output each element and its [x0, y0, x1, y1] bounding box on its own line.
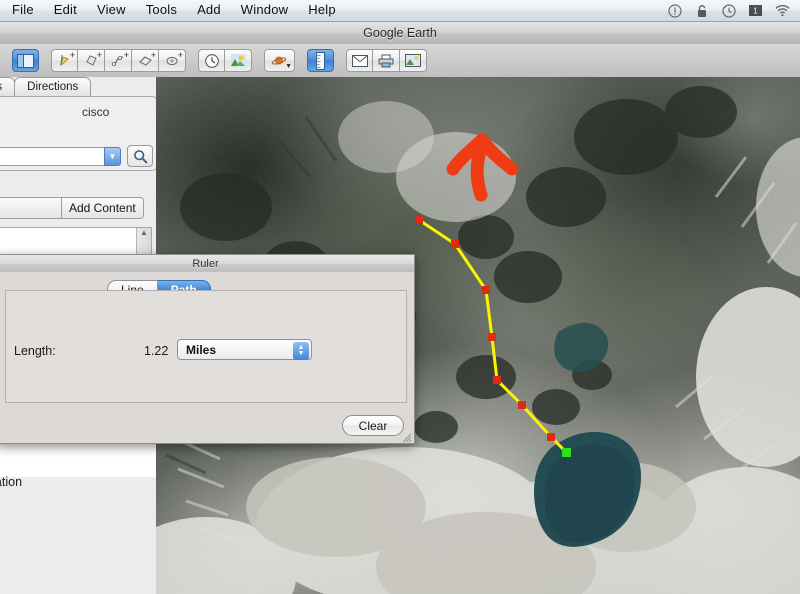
- sidebar-icon: [17, 53, 34, 68]
- sun-landscape-icon: [230, 54, 246, 67]
- menu-status-icons: 1: [667, 3, 800, 18]
- historical-imagery-button[interactable]: [198, 49, 225, 72]
- search-input[interactable]: [0, 146, 104, 166]
- plus-badge-icon: +: [123, 50, 129, 60]
- add-content-row: Add Content: [0, 197, 144, 219]
- toolbar-group-time: [198, 49, 252, 72]
- add-image-overlay-button[interactable]: +: [132, 49, 159, 72]
- chevron-down-icon: ▼: [108, 151, 117, 161]
- menu-help[interactable]: Help: [298, 1, 346, 20]
- search-query-text: cisco: [82, 105, 110, 119]
- macos-menu-bar: File Edit View Tools Add Window Help 1: [0, 0, 800, 22]
- add-content-button[interactable]: Add Content: [62, 197, 144, 219]
- toolbar-group-sidebar: [12, 49, 39, 72]
- ruler-icon: [316, 51, 325, 70]
- search-button[interactable]: [127, 145, 153, 167]
- toolbar-group-planet: ▼: [264, 49, 295, 72]
- print-button[interactable]: [373, 49, 400, 72]
- stepper-down-arrow-icon: ▼: [297, 349, 305, 357]
- battery-box-icon[interactable]: 1: [748, 3, 763, 18]
- window-title: Google Earth: [363, 26, 437, 40]
- plus-badge-icon: +: [69, 50, 75, 60]
- ruler-button[interactable]: [307, 49, 334, 72]
- search-history-dropdown-button[interactable]: ▼: [104, 146, 121, 166]
- unit-select[interactable]: Miles ▲ ▼: [177, 339, 312, 360]
- svg-text:1: 1: [753, 7, 758, 16]
- chevron-down-icon: ▼: [285, 63, 292, 70]
- toggle-sidebar-button[interactable]: [12, 49, 39, 72]
- add-path-button[interactable]: +: [105, 49, 132, 72]
- time-machine-icon[interactable]: [721, 3, 736, 18]
- length-value: 1.22: [144, 344, 169, 358]
- lock-icon[interactable]: [694, 3, 709, 18]
- search-row: ▼: [0, 145, 153, 167]
- envelope-icon: [351, 54, 368, 67]
- add-placemark-button[interactable]: +: [51, 49, 78, 72]
- unit-select-value: Miles: [186, 342, 217, 357]
- save-image-button[interactable]: [400, 49, 427, 72]
- sidebar-tab-directions[interactable]: Directions: [14, 77, 92, 97]
- google-earth-window: Google Earth + + + + + ▼ Directions cisc…: [0, 22, 800, 594]
- sunlight-button[interactable]: [225, 49, 252, 72]
- clear-button[interactable]: Clear: [342, 415, 404, 436]
- toolbar-group-add: + + + + +: [51, 49, 186, 72]
- add-polygon-button[interactable]: +: [78, 49, 105, 72]
- sidebar-secondary-field[interactable]: [0, 197, 62, 219]
- toolbar-group-share: [346, 49, 427, 72]
- plus-badge-icon: +: [177, 50, 183, 60]
- clock-icon: [204, 53, 219, 68]
- unit-stepper-icon[interactable]: ▲ ▼: [293, 341, 309, 360]
- sidebar-tab-businesses[interactable]: usinesses: [0, 77, 16, 97]
- toolbar-group-ruler: [307, 49, 334, 72]
- menu-view[interactable]: View: [87, 1, 136, 20]
- menu-window[interactable]: Window: [231, 1, 298, 20]
- switch-planet-button[interactable]: ▼: [264, 49, 295, 72]
- hand-drawn-red-arrow-up-icon: [446, 133, 519, 202]
- length-label: Length:: [14, 344, 56, 358]
- menu-edit[interactable]: Edit: [44, 1, 87, 20]
- window-titlebar[interactable]: Google Earth: [0, 22, 800, 45]
- main-toolbar: + + + + + ▼: [0, 44, 800, 78]
- wifi-icon[interactable]: [775, 3, 790, 18]
- plus-badge-icon: +: [150, 50, 156, 60]
- resize-grip[interactable]: [401, 430, 412, 443]
- ruler-titlebar[interactable]: Ruler: [0, 254, 415, 272]
- menu-add[interactable]: Add: [187, 1, 231, 20]
- menu-items: File Edit View Tools Add Window Help: [0, 1, 346, 20]
- sidebar-tabs: usinesses Directions: [0, 77, 92, 97]
- menu-file[interactable]: File: [2, 1, 44, 20]
- scroll-up-arrow-icon[interactable]: ▲: [140, 228, 148, 237]
- alert-circle-icon[interactable]: [667, 3, 682, 18]
- email-button[interactable]: [346, 49, 373, 72]
- plus-badge-icon: +: [96, 50, 102, 60]
- magnifier-icon: [133, 149, 147, 163]
- ruler-dialog-title: Ruler: [192, 257, 219, 270]
- save-image-icon: [405, 54, 421, 67]
- navigation-text: avigation: [0, 475, 23, 489]
- printer-icon: [378, 54, 394, 67]
- menu-tools[interactable]: Tools: [136, 1, 187, 20]
- app-root: File Edit View Tools Add Window Help 1 G…: [0, 0, 800, 594]
- record-tour-button[interactable]: +: [159, 49, 186, 72]
